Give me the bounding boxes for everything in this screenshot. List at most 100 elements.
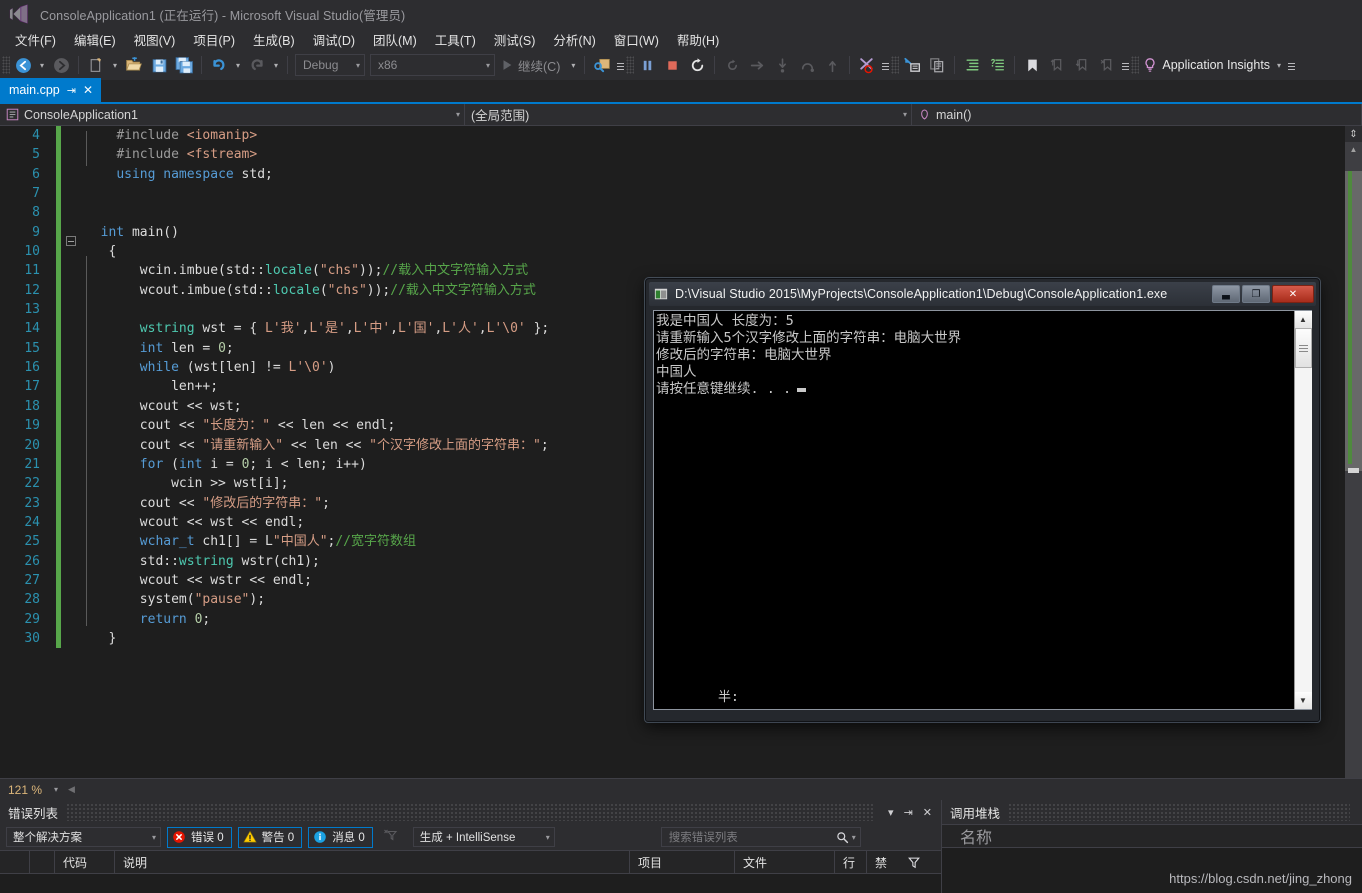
new-item-button[interactable] — [84, 53, 108, 77]
clear-bookmarks-button[interactable] — [1095, 53, 1119, 77]
menu-view[interactable]: 视图(V) — [125, 28, 185, 51]
restart-button[interactable] — [685, 53, 709, 77]
redo-dropdown[interactable]: ▾ — [270, 61, 282, 70]
menu-test[interactable]: 测试(S) — [485, 28, 545, 51]
attach-overflow-icon[interactable] — [615, 54, 625, 76]
scroll-up-icon[interactable]: ▲ — [1345, 142, 1362, 157]
navbar-scope-combo[interactable]: (全局范围) ▾ — [465, 104, 912, 125]
navbar-project-combo[interactable]: ConsoleApplication1 ▾ — [0, 104, 465, 125]
menu-window[interactable]: 窗口(W) — [605, 28, 668, 51]
scroll-down-icon[interactable]: ▼ — [1295, 692, 1312, 709]
step-into-button[interactable] — [770, 53, 794, 77]
menu-build[interactable]: 生成(B) — [244, 28, 304, 51]
new-item-dropdown[interactable]: ▾ — [109, 61, 121, 70]
open-file-button[interactable] — [122, 53, 146, 77]
navigate-back-dropdown[interactable]: ▾ — [36, 61, 48, 70]
application-insights-button[interactable]: Application Insights — [1140, 53, 1272, 77]
console-scrollbar[interactable]: ▲ ▼ — [1294, 311, 1311, 709]
continue-button[interactable]: 继续(C) — [498, 53, 566, 77]
application-insights-dropdown[interactable]: ▾ — [1273, 61, 1285, 70]
show-next-statement-button[interactable] — [745, 53, 769, 77]
edit-and-continue-button[interactable] — [720, 53, 744, 77]
bookmark-overflow-icon[interactable] — [1120, 54, 1130, 76]
menu-analyze[interactable]: 分析(N) — [544, 28, 604, 51]
error-filter-warnings[interactable]: 警告 0 — [238, 827, 303, 848]
previous-bookmark-button[interactable] — [1045, 53, 1069, 77]
solution-platform-combo[interactable]: x86 ▾ — [370, 54, 495, 76]
column-description[interactable]: 说明 — [115, 850, 630, 874]
debug-toolbar-grip[interactable] — [626, 56, 634, 74]
undo-dropdown[interactable]: ▾ — [232, 61, 244, 70]
scroll-up-icon[interactable]: ▲ — [1295, 311, 1312, 328]
editor-vertical-scrollbar[interactable]: ⇕ ▲ — [1345, 126, 1362, 778]
error-filter-errors[interactable]: 错误 0 — [167, 827, 232, 848]
toolbar-grip[interactable] — [2, 56, 10, 74]
call-stack-rows[interactable]: https://blog.csdn.net/jing_zhong — [942, 848, 1362, 893]
column-line[interactable]: 行 — [835, 850, 867, 874]
console-window[interactable]: D:\Visual Studio 2015\MyProjects\Console… — [645, 278, 1320, 722]
console-title-bar[interactable]: D:\Visual Studio 2015\MyProjects\Console… — [649, 282, 1316, 306]
close-icon[interactable]: ✕ — [918, 806, 937, 819]
save-all-button[interactable] — [172, 53, 196, 77]
pin-icon[interactable]: ⇥ — [67, 84, 76, 97]
code-line[interactable]: 9 int main() — [0, 223, 1362, 242]
zoom-level-combo[interactable]: 121 % ▾ — [4, 783, 62, 797]
call-stack-drag-area[interactable] — [1008, 803, 1350, 821]
redo-button[interactable] — [245, 53, 269, 77]
code-line[interactable]: 10 { — [0, 242, 1362, 261]
collapse-region-toggle[interactable] — [66, 236, 76, 246]
column-file[interactable]: 文件 — [735, 850, 835, 874]
code-line[interactable]: 5 #include <fstream> — [0, 145, 1362, 164]
save-button[interactable] — [147, 53, 171, 77]
error-search-box[interactable]: 搜索错误列表 ▾ — [661, 827, 861, 847]
column-suppression[interactable]: 禁 — [867, 850, 899, 874]
code-line[interactable]: 7 — [0, 184, 1362, 203]
build-intellisense-combo[interactable]: 生成 + IntelliSense ▾ — [413, 827, 555, 847]
error-scope-combo[interactable]: 整个解决方案 ▾ — [6, 827, 161, 847]
chevron-down-icon[interactable]: ▾ — [852, 833, 856, 842]
intellitrace-button[interactable] — [855, 53, 879, 77]
next-bookmark-button[interactable] — [1070, 53, 1094, 77]
clear-filter-button[interactable] — [379, 827, 403, 848]
close-icon[interactable]: ✕ — [83, 83, 93, 97]
menu-project[interactable]: 项目(P) — [184, 28, 244, 51]
chevron-down-icon[interactable]: ▾ — [883, 806, 899, 819]
error-list-rows[interactable] — [0, 874, 941, 893]
code-line[interactable]: 6 using namespace std; — [0, 165, 1362, 184]
solution-configuration-combo[interactable]: Debug ▾ — [295, 54, 365, 76]
codemap-toolbar-grip[interactable] — [891, 56, 899, 74]
column-blank-2[interactable] — [30, 850, 55, 874]
undo-button[interactable] — [207, 53, 231, 77]
menu-tools[interactable]: 工具(T) — [426, 28, 485, 51]
navigate-back-button[interactable] — [11, 53, 35, 77]
maximize-icon[interactable]: ❐ — [1242, 285, 1270, 303]
console-client-area[interactable]: 我是中国人 长度为：5请重新输入5个汉字修改上面的字符串：电脑大世界修改后的字符… — [653, 310, 1312, 710]
search-icon[interactable] — [836, 831, 849, 844]
column-project[interactable]: 项目 — [630, 850, 735, 874]
column-name[interactable]: 名称 — [942, 824, 1000, 848]
menu-team[interactable]: 团队(M) — [364, 28, 426, 51]
toggle-bookmark-button[interactable] — [1020, 53, 1044, 77]
column-code[interactable]: 代码 — [55, 850, 115, 874]
insights-toolbar-grip[interactable] — [1131, 56, 1139, 74]
copy-code-map-button[interactable] — [925, 53, 949, 77]
navbar-member-combo[interactable]: main() — [912, 104, 1362, 125]
break-all-button[interactable] — [635, 53, 659, 77]
menu-debug[interactable]: 调试(D) — [304, 28, 364, 51]
comment-block-button[interactable] — [985, 53, 1009, 77]
step-out-button[interactable] — [820, 53, 844, 77]
split-view-icon[interactable]: ⇕ — [1345, 126, 1362, 142]
scroll-left-icon[interactable]: ◀ — [62, 784, 81, 795]
close-icon[interactable]: ✕ — [1272, 285, 1314, 303]
code-map-button[interactable] — [900, 53, 924, 77]
toolbar-overflow-icon[interactable] — [1286, 54, 1296, 76]
column-blank-1[interactable] — [0, 850, 30, 874]
console-scroll-track[interactable] — [1295, 328, 1312, 692]
console-output[interactable]: 我是中国人 长度为：5请重新输入5个汉字修改上面的字符串：电脑大世界修改后的字符… — [654, 311, 1294, 709]
continue-dropdown[interactable]: ▾ — [567, 61, 579, 70]
column-filter-button[interactable] — [899, 850, 929, 874]
tab-main-cpp[interactable]: main.cpp ⇥ ✕ — [0, 78, 101, 102]
error-list-drag-area[interactable] — [66, 803, 875, 821]
stop-debugging-button[interactable] — [660, 53, 684, 77]
step-over-button[interactable] — [795, 53, 819, 77]
